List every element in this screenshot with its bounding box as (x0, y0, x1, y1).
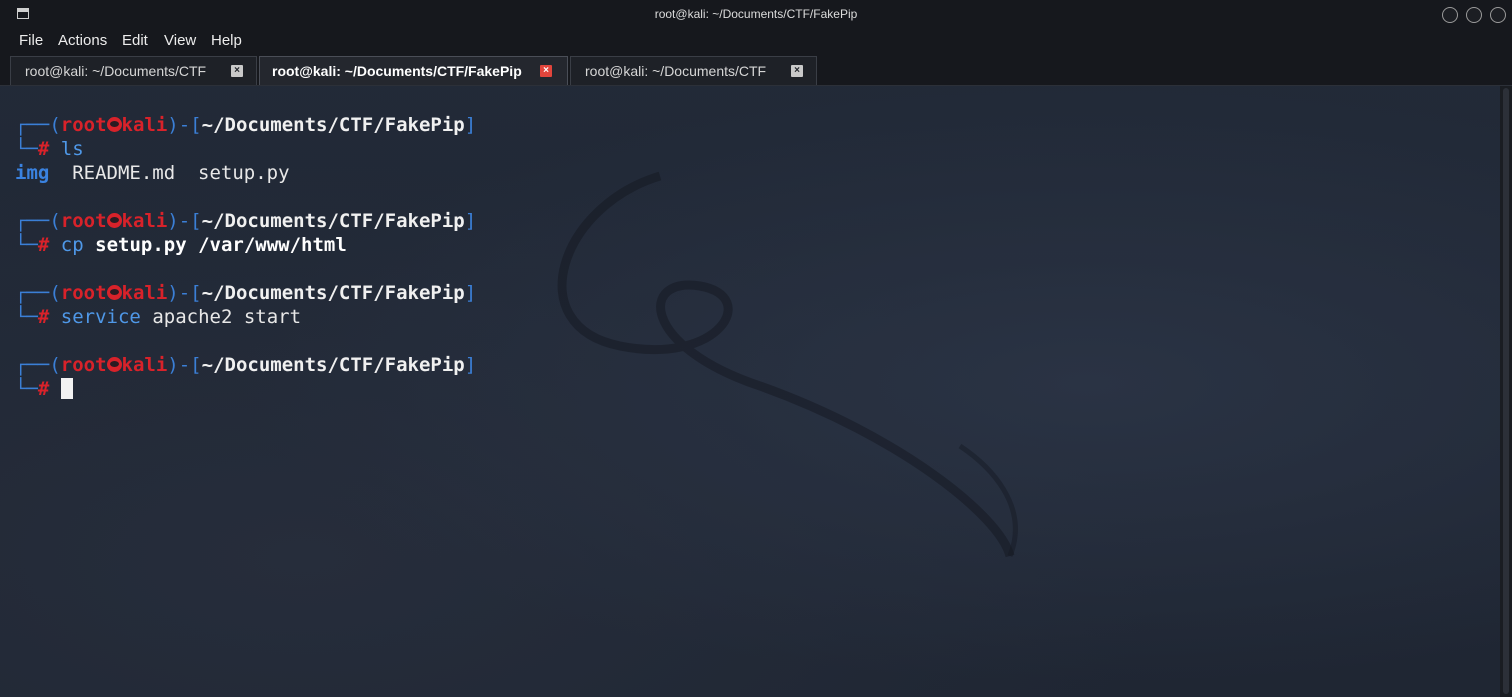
menu-help[interactable]: Help (211, 32, 242, 49)
input-line[interactable]: └─# (15, 377, 73, 401)
terminal-output[interactable]: ┌──(root kali)-[~/Documents/CTF/FakePip] … (0, 86, 1500, 697)
tab-label: root@kali: ~/Documents/CTF (25, 63, 207, 79)
ls-output: img README.md setup.py (15, 162, 290, 184)
maximize-button[interactable] (1466, 7, 1482, 23)
prompt-line: ┌──(root kali)-[~/Documents/CTF/FakePip] (15, 354, 477, 376)
kali-skull-icon (106, 285, 122, 300)
menu-bar: File Actions Edit View Help (0, 30, 1512, 54)
prompt-line: ┌──(root kali)-[~/Documents/CTF/FakePip] (15, 114, 477, 136)
prompt-line: ┌──(root kali)-[~/Documents/CTF/FakePip] (15, 282, 477, 304)
menu-file[interactable]: File (19, 32, 43, 49)
minimize-button[interactable] (1442, 7, 1458, 23)
tab-bar: root@kali: ~/Documents/CTF × root@kali: … (0, 54, 1512, 86)
menu-edit[interactable]: Edit (122, 32, 148, 49)
kali-skull-icon (106, 117, 122, 132)
command-line: └─# ls (15, 138, 84, 160)
text-cursor (60, 378, 73, 399)
title-bar[interactable]: root@kali: ~/Documents/CTF/FakePip (0, 0, 1512, 30)
tab-label: root@kali: ~/Documents/CTF (585, 63, 767, 79)
tab-fakepip[interactable]: root@kali: ~/Documents/CTF/FakePip × (259, 56, 568, 85)
command-line: └─# cp setup.py /var/www/html (15, 234, 347, 256)
tab-close-icon[interactable]: × (231, 65, 243, 77)
tab-label: root@kali: ~/Documents/CTF/FakePip (272, 63, 522, 79)
kali-skull-icon (106, 213, 122, 228)
tab-close-icon[interactable]: × (540, 65, 552, 77)
kali-skull-icon (106, 357, 122, 372)
command-line: └─# service apache2 start (15, 306, 302, 328)
tab-ctf-1[interactable]: root@kali: ~/Documents/CTF × (10, 56, 257, 85)
menu-actions[interactable]: Actions (58, 32, 107, 49)
prompt-line: ┌──(root kali)-[~/Documents/CTF/FakePip] (15, 210, 477, 232)
terminal-window: root@kali: ~/Documents/CTF/FakePip File … (0, 0, 1512, 697)
close-window-button[interactable] (1490, 7, 1506, 23)
menu-view[interactable]: View (164, 32, 196, 49)
vertical-scrollbar[interactable] (1500, 86, 1512, 697)
tab-close-icon[interactable]: × (791, 65, 803, 77)
tab-ctf-2[interactable]: root@kali: ~/Documents/CTF × (570, 56, 817, 85)
scrollbar-thumb[interactable] (1503, 88, 1509, 694)
window-title: root@kali: ~/Documents/CTF/FakePip (654, 7, 858, 21)
